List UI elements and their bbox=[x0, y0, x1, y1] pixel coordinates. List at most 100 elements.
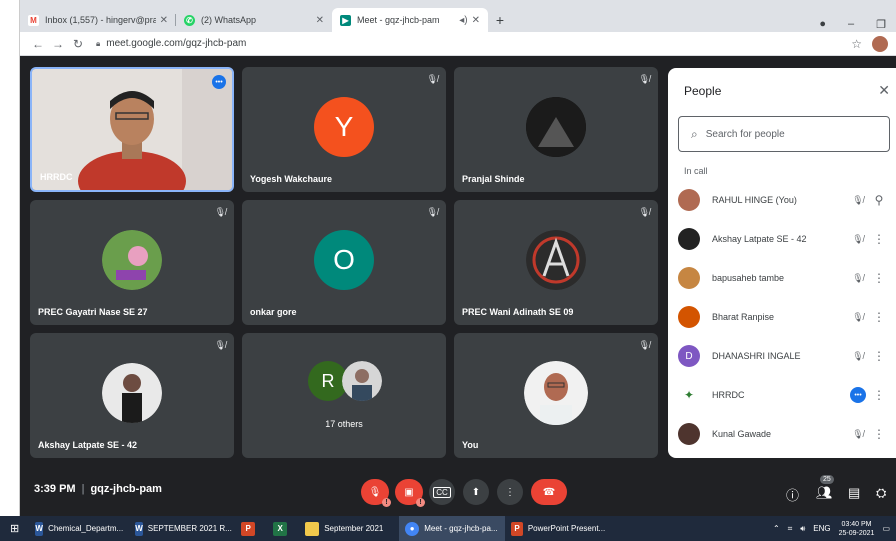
forward-arrow-icon[interactable]: → bbox=[48, 37, 68, 51]
chevron-up-icon[interactable]: ⌃ bbox=[773, 524, 780, 533]
back-arrow-icon[interactable]: ← bbox=[28, 37, 48, 51]
reload-icon[interactable]: ↻ bbox=[68, 37, 88, 51]
participant-tile-you[interactable]: 🎙︎̸ You bbox=[454, 333, 658, 458]
participant-name: Akshay Latpate SE - 42 bbox=[38, 440, 138, 450]
person-name: Kunal Gawade bbox=[712, 429, 772, 439]
windows-taskbar: ⊞ W Chemical_Departm... W SEPTEMBER 2021… bbox=[0, 516, 896, 541]
participant-name: onkar gore bbox=[250, 307, 297, 317]
captions-button[interactable]: CC bbox=[429, 479, 455, 505]
mic-off-icon[interactable]: 🎙︎̸ bbox=[848, 195, 868, 206]
taskbar-item-word-2[interactable]: W SEPTEMBER 2021 R... bbox=[129, 516, 235, 541]
tab-whatsapp[interactable]: ✆ (2) WhatsApp ✕ bbox=[176, 8, 332, 32]
participant-tile-pranjal[interactable]: 🎙︎̸ Pranjal Shinde bbox=[454, 67, 658, 192]
people-list-item[interactable]: bapusaheb tambe 🎙︎̸ ⋮ bbox=[678, 264, 890, 292]
people-list-item[interactable]: RAHUL HINGE (You) 🎙︎̸ ⚲ bbox=[678, 186, 890, 214]
whatsapp-icon: ✆ bbox=[184, 14, 195, 26]
info-icon[interactable]: ⓘ bbox=[786, 485, 799, 504]
people-list-item[interactable]: Akshay Latpate SE - 42 🎙︎̸ ⋮ bbox=[678, 225, 890, 253]
people-list-item[interactable]: D DHANASHRI INGALE 🎙︎̸ ⋮ bbox=[678, 342, 890, 370]
warning-icon: ! bbox=[416, 498, 425, 507]
mic-off-icon[interactable]: 🎙︎̸ bbox=[848, 351, 868, 362]
language-indicator[interactable]: ENG bbox=[813, 524, 830, 533]
word-icon: W bbox=[35, 521, 44, 536]
chat-icon[interactable]: ▤ bbox=[848, 485, 860, 501]
close-icon[interactable]: ✕ bbox=[472, 15, 480, 26]
avatar bbox=[678, 423, 700, 445]
more-options-icon[interactable]: ⋮ bbox=[868, 271, 890, 285]
activities-icon[interactable]: ⛭ bbox=[876, 485, 886, 501]
mic-off-icon[interactable]: 🎙︎̸ bbox=[848, 234, 868, 245]
avatar bbox=[678, 228, 700, 250]
more-options-icon[interactable]: ⋮ bbox=[868, 427, 890, 441]
close-icon[interactable]: ✕ bbox=[878, 82, 890, 99]
more-options-icon[interactable]: ⋮ bbox=[868, 388, 890, 402]
participant-name: HRRDC bbox=[40, 172, 73, 182]
network-icon[interactable]: ⌗ bbox=[788, 524, 793, 534]
mic-off-icon[interactable]: 🎙︎̸ bbox=[848, 429, 868, 440]
people-search-input[interactable]: ⌕ Search for people bbox=[678, 116, 890, 152]
taskbar-label: Meet - gqz-jhcb-pa... bbox=[424, 524, 498, 533]
participant-name: PREC Wani Adinath SE 09 bbox=[462, 307, 574, 317]
notifications-icon[interactable]: ▭ bbox=[882, 524, 890, 533]
participant-tile-hrrdc[interactable]: ••• HRRDC bbox=[30, 67, 234, 192]
camera-toggle-button[interactable]: ▣ ! bbox=[395, 479, 425, 507]
participant-tile-akshay[interactable]: 🎙︎̸ Akshay Latpate SE - 42 bbox=[30, 333, 234, 458]
close-icon[interactable]: ✕ bbox=[160, 15, 168, 26]
person-name: RAHUL HINGE (You) bbox=[712, 195, 797, 205]
bookmark-star-icon[interactable]: ☆ bbox=[851, 37, 862, 51]
taskbar-item-chrome[interactable]: ● Meet - gqz-jhcb-pa... bbox=[399, 516, 506, 541]
left-window-edge bbox=[0, 0, 20, 516]
participant-tile-others[interactable]: R 17 others bbox=[242, 333, 446, 458]
mic-off-icon[interactable]: 🎙︎̸ bbox=[848, 273, 868, 284]
taskbar-item-word-1[interactable]: W Chemical_Departm... bbox=[29, 516, 129, 541]
mic-off-icon[interactable]: 🎙︎̸ bbox=[848, 312, 868, 323]
close-icon[interactable]: ✕ bbox=[316, 15, 324, 26]
taskbar-item-excel[interactable]: X bbox=[267, 516, 299, 541]
participant-tile-yogesh[interactable]: 🎙︎̸ Y Yogesh Wakchaure bbox=[242, 67, 446, 192]
tab-title: (2) WhatsApp bbox=[201, 15, 257, 25]
record-icon[interactable]: ● bbox=[819, 18, 826, 30]
mic-off-icon: 🎙︎̸ bbox=[214, 207, 226, 217]
people-list-item[interactable]: Bharat Ranpise 🎙︎̸ ⋮ bbox=[678, 303, 890, 331]
speaker-icon[interactable]: ◂) bbox=[459, 15, 467, 26]
search-placeholder: Search for people bbox=[705, 128, 785, 140]
speaking-indicator-icon: ••• bbox=[850, 387, 866, 403]
more-options-icon[interactable]: ⋮ bbox=[868, 232, 890, 246]
people-icon[interactable]: 25 👥︎ bbox=[816, 475, 834, 501]
start-button[interactable]: ⊞ bbox=[0, 516, 29, 541]
participant-name: PREC Gayatri Nase SE 27 bbox=[38, 307, 148, 317]
taskbar-item-powerpoint[interactable]: P bbox=[235, 516, 267, 541]
volume-icon[interactable]: 🔊︎ bbox=[800, 524, 805, 534]
mic-off-icon: 🎙︎̸ bbox=[638, 74, 650, 84]
avatar bbox=[102, 363, 162, 423]
more-options-icon[interactable]: ⋮ bbox=[868, 310, 890, 324]
taskbar-item-powerpoint-2[interactable]: P PowerPoint Present... bbox=[505, 516, 611, 541]
profile-avatar[interactable] bbox=[872, 35, 888, 52]
mic-toggle-button[interactable]: 🎙︎ ! bbox=[361, 479, 391, 507]
url-field[interactable]: 🔒︎ meet.google.com/gqz-jhcb-pam bbox=[96, 38, 851, 49]
clock[interactable]: 03:40 PM 25-09-2021 bbox=[839, 520, 875, 538]
folder-icon bbox=[305, 521, 320, 536]
more-options-button[interactable]: ⋮ bbox=[497, 479, 523, 505]
tab-gmail[interactable]: M Inbox (1,557) - hingerv@pravara ✕ bbox=[20, 8, 176, 32]
leave-call-button[interactable]: ☎︎ bbox=[531, 479, 567, 505]
minimize-button[interactable]: – bbox=[848, 18, 854, 30]
participant-tile-wani[interactable]: 🎙︎̸ PREC Wani Adinath SE 09 bbox=[454, 200, 658, 325]
participant-tile-onkar[interactable]: 🎙︎̸ O onkar gore bbox=[242, 200, 446, 325]
participant-tile-gayatri[interactable]: 🎙︎̸ PREC Gayatri Nase SE 27 bbox=[30, 200, 234, 325]
taskbar-label: Chemical_Departm... bbox=[48, 524, 124, 533]
divider: | bbox=[81, 483, 85, 495]
people-list-item[interactable]: ✦ HRRDC ••• ⋮ bbox=[678, 381, 890, 409]
meeting-time: 3:39 PM bbox=[34, 483, 76, 495]
in-call-section-label: In call bbox=[684, 166, 708, 176]
pin-icon[interactable]: ⚲ bbox=[868, 193, 890, 207]
new-tab-button[interactable]: + bbox=[488, 8, 512, 32]
address-bar: ← → ↻ 🔒︎ meet.google.com/gqz-jhcb-pam ☆ bbox=[20, 32, 896, 56]
powerpoint-icon: P bbox=[511, 521, 523, 536]
restore-button[interactable]: ❐ bbox=[876, 18, 886, 31]
people-list-item[interactable]: Kunal Gawade 🎙︎̸ ⋮ bbox=[678, 420, 890, 448]
present-button[interactable]: ⬆︎ bbox=[463, 479, 489, 505]
taskbar-item-folder[interactable]: September 2021 bbox=[299, 516, 399, 541]
more-options-icon[interactable]: ⋮ bbox=[868, 349, 890, 363]
tab-meet[interactable]: ▶ Meet - gqz-jhcb-pam ◂) ✕ bbox=[332, 8, 488, 32]
